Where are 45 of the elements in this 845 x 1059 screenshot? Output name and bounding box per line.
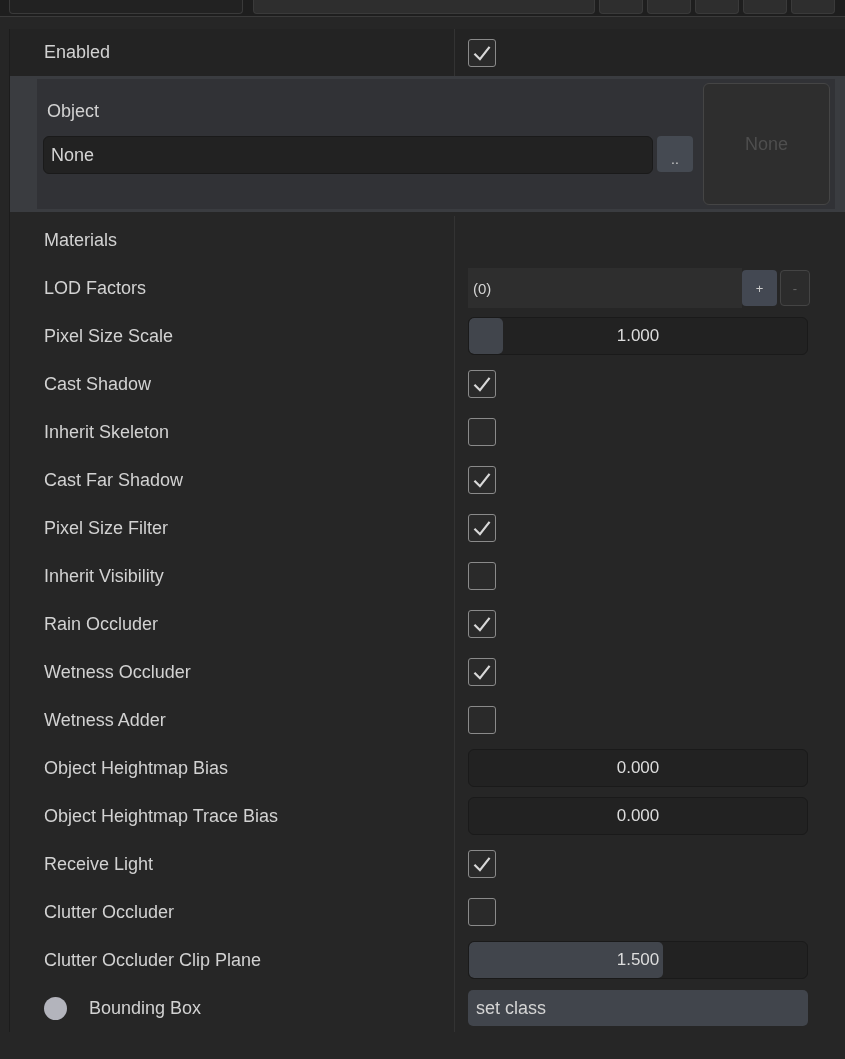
- property-label: Materials: [44, 229, 118, 251]
- checkbox[interactable]: [468, 514, 496, 542]
- property-label: Object Heightmap Trace Bias: [44, 805, 279, 827]
- object-field[interactable]: None: [43, 136, 653, 174]
- slider-track[interactable]: 0.000: [468, 749, 808, 787]
- property-label: Clutter Occluder Clip Plane: [44, 949, 262, 971]
- checkbox[interactable]: [468, 658, 496, 686]
- property-label: Clutter Occluder: [44, 901, 175, 923]
- property-label: Cast Far Shadow: [44, 469, 184, 491]
- property-label: LOD Factors: [44, 277, 147, 299]
- slider-fill[interactable]: [469, 942, 664, 978]
- property-label: Inherit Visibility: [44, 565, 164, 587]
- slider-value: 1.500: [616, 950, 660, 970]
- checkbox[interactable]: [468, 850, 496, 878]
- slider-value: 0.000: [616, 758, 660, 778]
- checkbox[interactable]: [468, 466, 496, 494]
- property-label: Object Heightmap Bias: [44, 757, 229, 779]
- slider-track[interactable]: 1.500: [468, 941, 808, 979]
- checkbox[interactable]: [468, 562, 496, 590]
- property-label: Wetness Occluder: [44, 661, 191, 683]
- property-label: Receive Light: [44, 853, 154, 875]
- property-label: Rain Occluder: [44, 613, 159, 635]
- add-button[interactable]: +: [742, 270, 777, 306]
- property-label: Inherit Skeleton: [44, 421, 170, 443]
- property-label: Wetness Adder: [44, 709, 166, 731]
- slider-fill[interactable]: [469, 318, 503, 354]
- property-label: Cast Shadow: [44, 373, 152, 395]
- property-label: Bounding Box: [89, 997, 202, 1019]
- checkbox[interactable]: [468, 370, 496, 398]
- property-label: Pixel Size Scale: [44, 325, 174, 347]
- property-label: Enabled: [44, 42, 111, 63]
- browse-button[interactable]: ..: [657, 136, 693, 172]
- property-label: Pixel Size Filter: [44, 517, 169, 539]
- slider-value: 0.000: [616, 806, 660, 826]
- list-field: (0): [468, 268, 742, 308]
- checkbox[interactable]: [468, 610, 496, 638]
- text-field[interactable]: set class: [468, 990, 808, 1026]
- checkbox[interactable]: [468, 706, 496, 734]
- slider-value: 1.000: [616, 326, 660, 346]
- checkbox[interactable]: [468, 898, 496, 926]
- property-label: Object: [46, 101, 101, 122]
- checkbox[interactable]: [468, 418, 496, 446]
- slider-track[interactable]: 0.000: [468, 797, 808, 835]
- checkbox[interactable]: [468, 38, 496, 67]
- slider-track[interactable]: 1.000: [468, 317, 808, 355]
